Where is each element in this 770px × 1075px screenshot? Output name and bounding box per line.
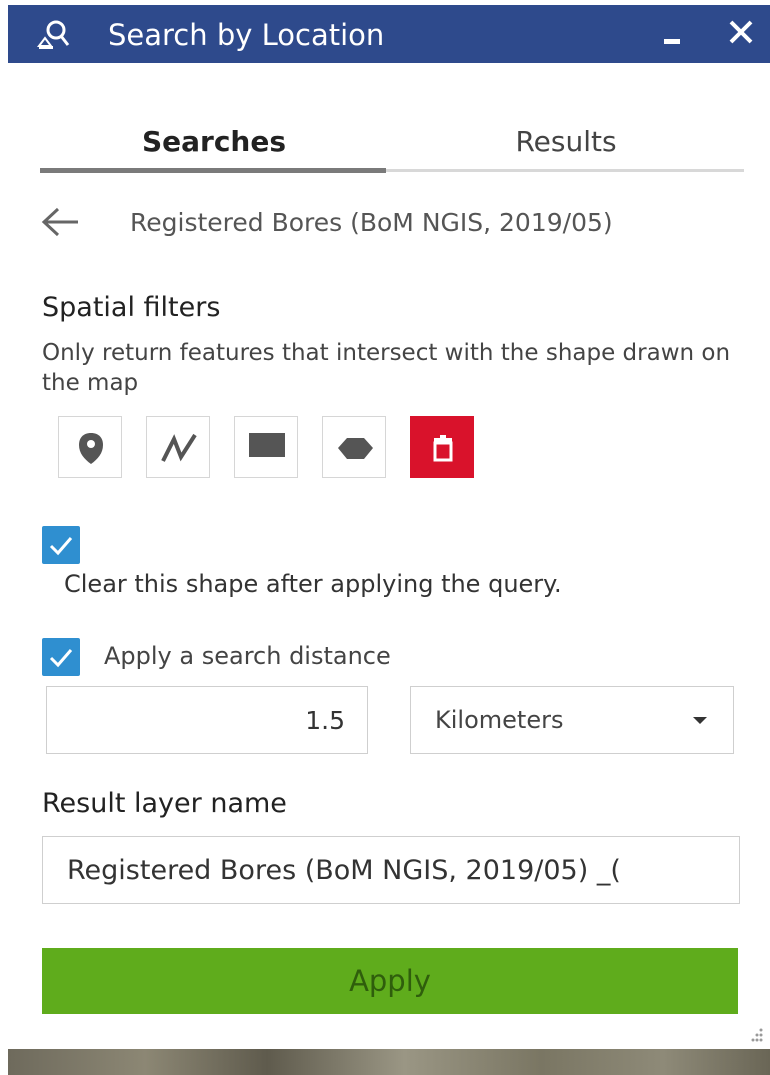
draw-polygon-button[interactable] (322, 416, 386, 478)
tab-bar: Searches Results (40, 112, 744, 176)
result-layer-label: Result layer name (42, 788, 287, 819)
polygon-icon (338, 438, 373, 459)
window-title: Search by Location (108, 18, 385, 52)
close-button[interactable] (726, 17, 756, 47)
clear-shape-label: Clear this shape after applying the quer… (64, 570, 562, 598)
result-layer-input[interactable] (42, 836, 740, 904)
window-titlebar: Search by Location (8, 5, 770, 63)
chevron-down-icon (693, 717, 707, 724)
clear-shape-checkbox[interactable] (42, 526, 80, 564)
search-distance-label: Apply a search distance (104, 642, 391, 670)
back-arrow-icon[interactable] (40, 206, 80, 238)
draw-point-button[interactable] (58, 416, 122, 478)
minimize-button[interactable] (664, 39, 680, 44)
map-background (8, 1049, 770, 1075)
search-distance-input[interactable] (46, 686, 368, 754)
rectangle-icon (249, 433, 285, 457)
spatial-filters-description: Only return features that intersect with… (42, 340, 731, 396)
draw-polyline-button[interactable] (146, 416, 210, 478)
resize-grip-icon[interactable] (748, 1026, 764, 1046)
distance-unit-value: Kilometers (435, 706, 564, 734)
tab-results[interactable]: Results (392, 112, 740, 172)
tab-active-indicator (40, 168, 386, 173)
trash-icon (433, 435, 453, 462)
spatial-filters-title: Spatial filters (42, 292, 221, 323)
check-icon (49, 537, 73, 556)
search-location-icon (36, 19, 72, 51)
search-distance-checkbox[interactable] (42, 638, 80, 676)
clear-shapes-button[interactable] (410, 416, 474, 478)
apply-button[interactable]: Apply (42, 948, 738, 1014)
distance-unit-select[interactable]: Kilometers (410, 686, 734, 754)
check-icon (49, 649, 73, 668)
tab-searches[interactable]: Searches (40, 112, 388, 172)
draw-rectangle-button[interactable] (234, 416, 298, 478)
point-icon (79, 433, 103, 464)
close-icon (729, 20, 753, 44)
layer-title: Registered Bores (BoM NGIS, 2019/05) (130, 208, 613, 237)
polyline-icon (161, 433, 197, 462)
